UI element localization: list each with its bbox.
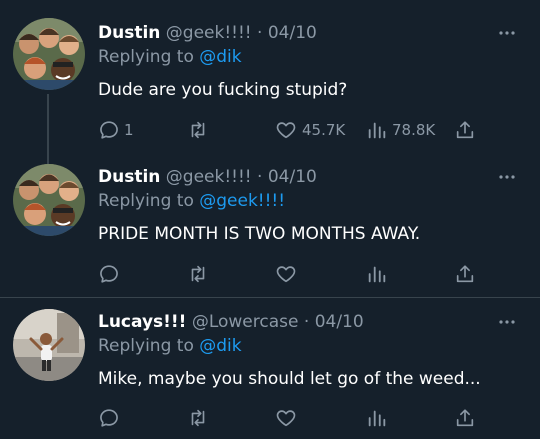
replying-to: Replying to @dik — [98, 335, 242, 357]
tweet-text: Dude are you fucking stupid? — [98, 80, 348, 100]
reply-icon — [100, 265, 118, 283]
avatar[interactable] — [13, 18, 85, 90]
retweet-button[interactable] — [186, 262, 214, 286]
reply-icon — [100, 121, 118, 139]
replying-to: Replying to @dik — [98, 46, 242, 68]
views-button[interactable] — [366, 406, 392, 430]
like-icon — [276, 122, 296, 139]
share-button[interactable] — [454, 262, 476, 286]
timestamp[interactable]: 04/10 — [268, 167, 317, 187]
retweet-button[interactable] — [186, 406, 214, 430]
views-count: 78.8K — [392, 121, 436, 139]
more-icon[interactable] — [498, 317, 516, 327]
replying-to-link[interactable]: @dik — [199, 336, 241, 356]
share-icon — [456, 121, 474, 139]
avatar[interactable] — [13, 309, 85, 381]
display-name[interactable]: Dustin — [98, 23, 160, 43]
views-icon — [368, 266, 386, 283]
timestamp[interactable]: 04/10 — [315, 312, 364, 332]
timestamp[interactable]: 04/10 — [268, 23, 317, 43]
separator: · — [257, 23, 263, 43]
handle[interactable]: @geek!!!! — [166, 167, 252, 187]
like-icon — [276, 410, 296, 427]
retweet-button[interactable] — [186, 118, 214, 142]
views-button[interactable] — [366, 262, 392, 286]
replying-to-link[interactable]: @geek!!!! — [199, 191, 285, 211]
reply-icon — [100, 409, 118, 427]
more-icon[interactable] — [498, 28, 516, 38]
share-icon — [456, 409, 474, 427]
reply-count: 1 — [124, 121, 134, 139]
tweet-header: Lucays!!! @Lowercase · 04/10 — [98, 311, 364, 333]
share-button[interactable] — [454, 406, 476, 430]
retweet-icon — [191, 265, 205, 283]
tweet-header: Dustin @geek!!!! · 04/10 — [98, 166, 317, 188]
retweet-icon — [191, 409, 205, 427]
tweet-divider — [0, 297, 540, 298]
tweet-text: PRIDE MONTH IS TWO MONTHS AWAY. — [98, 224, 421, 244]
tweet-text: Mike, maybe you should let go of the wee… — [98, 369, 481, 389]
share-button[interactable] — [454, 118, 476, 142]
action-bar: 1 45.7K 78.8K — [98, 118, 488, 142]
more-icon[interactable] — [498, 172, 516, 182]
like-count: 45.7K — [302, 121, 346, 139]
like-button[interactable]: 45.7K — [274, 118, 345, 142]
thread-connector-line — [47, 94, 49, 172]
replying-to: Replying to @geek!!!! — [98, 190, 285, 212]
display-name[interactable]: Dustin — [98, 167, 160, 187]
separator: · — [303, 312, 310, 332]
share-icon — [456, 265, 474, 283]
tweet-header: Dustin @geek!!!! · 04/10 — [98, 22, 317, 44]
action-bar — [98, 262, 488, 286]
separator: · — [257, 167, 263, 187]
retweet-icon — [191, 121, 205, 139]
like-button[interactable] — [274, 406, 302, 430]
reply-button[interactable] — [98, 262, 124, 286]
replying-to-label: Replying to — [98, 336, 194, 356]
views-icon — [368, 122, 386, 139]
like-button[interactable] — [274, 262, 302, 286]
display-name[interactable]: Lucays!!! — [98, 312, 186, 332]
replying-to-label: Replying to — [98, 191, 194, 211]
views-icon — [368, 410, 386, 427]
replying-to-label: Replying to — [98, 47, 194, 67]
replying-to-link[interactable]: @dik — [199, 47, 241, 67]
handle[interactable]: @Lowercase — [192, 312, 299, 332]
handle[interactable]: @geek!!!! — [166, 23, 252, 43]
avatar[interactable] — [13, 164, 85, 236]
reply-button[interactable]: 1 — [98, 118, 134, 142]
like-icon — [276, 266, 296, 283]
reply-button[interactable] — [98, 406, 124, 430]
action-bar — [98, 406, 488, 430]
views-button[interactable]: 78.8K — [366, 118, 435, 142]
